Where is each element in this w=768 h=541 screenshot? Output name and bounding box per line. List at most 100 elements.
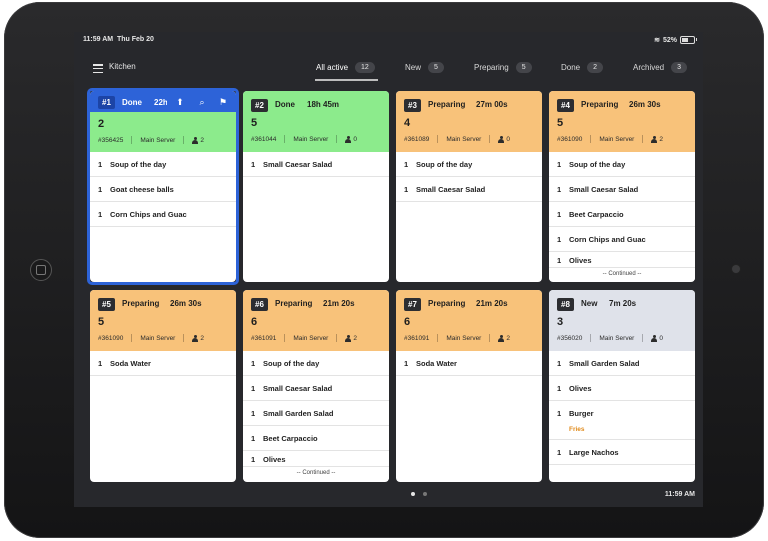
order-meta: #361044 Main Server 0 (251, 135, 357, 143)
item-qty: 1 (557, 209, 562, 219)
list-item[interactable]: 1 Goat cheese balls (90, 177, 236, 202)
continued-indicator[interactable]: -- Continued -- (549, 267, 695, 280)
item-qty: 1 (557, 408, 562, 418)
status-bar: 11:59 AM Thu Feb 20 ≋ 52% (74, 32, 703, 48)
order-card-3[interactable]: #3 Preparing 27m 00s 4 #361089 Main Serv… (396, 91, 542, 282)
list-item[interactable]: 1 Small Caesar Salad (549, 177, 695, 202)
order-card-4[interactable]: #4 Preparing 26m 30s 5 #361090 Main Serv… (549, 91, 695, 282)
guest-icon (498, 135, 505, 143)
list-item[interactable]: 1 Corn Chips and Guac (90, 202, 236, 227)
list-item[interactable]: 1 Soup of the day (243, 351, 389, 376)
item-name: Corn Chips and Guac (110, 209, 187, 219)
item-qty: 1 (251, 408, 256, 418)
status-right: ≋ 52% (654, 36, 697, 44)
item-name: Beet Carpaccio (569, 209, 624, 219)
order-card-1[interactable]: #1 Done 22h ⬆ ⌕ ⚑ 2 #356425 Main Server … (90, 91, 236, 282)
search-icon[interactable]: ⌕ (196, 96, 208, 108)
list-item[interactable]: 1 Small Caesar Salad (243, 152, 389, 177)
order-action-bar: #1 Done 22h ⬆ ⌕ ⚑ (90, 91, 236, 112)
list-item[interactable]: 1 Olives (549, 376, 695, 401)
order-elapsed: 21m 20s (476, 299, 508, 308)
list-item[interactable]: 1 Corn Chips and Guac (549, 227, 695, 252)
item-name: Olives (569, 256, 592, 265)
list-item[interactable]: 1 Soup of the day (549, 152, 695, 177)
list-item[interactable]: 1 Small Garden Salad (549, 351, 695, 376)
list-item[interactable]: 1 Soup of the day (90, 152, 236, 177)
tab-label: New (405, 62, 422, 72)
order-check: #356020 (557, 334, 583, 342)
home-button[interactable] (30, 259, 52, 281)
list-item[interactable]: 1 Beet Carpaccio (243, 426, 389, 451)
list-item[interactable]: 1 Soda Water (396, 351, 542, 376)
order-elapsed: 27m 00s (476, 100, 508, 109)
order-server: Main Server (446, 135, 482, 143)
item-name: Olives (569, 383, 592, 393)
order-guests: 2 (200, 136, 204, 144)
continued-indicator[interactable]: -- Continued -- (243, 466, 389, 479)
order-status: Preparing (275, 299, 313, 308)
list-item[interactable]: 1 Olives (243, 451, 389, 466)
guest-icon (498, 334, 505, 342)
order-table: 5 (98, 316, 105, 328)
order-header: #6 Preparing 21m 20s 6 #361091 Main Serv… (243, 290, 389, 351)
order-card-8[interactable]: #8 New 7m 20s 3 #356020 Main Server 0 1S… (549, 290, 695, 482)
order-items: 1 Small Caesar Salad (243, 152, 389, 177)
tab-archived[interactable]: Archived 3 (633, 59, 688, 75)
item-name: Small Caesar Salad (569, 184, 639, 194)
tab-all-active[interactable]: All active 12 (316, 59, 375, 75)
item-qty: 1 (251, 159, 256, 169)
item-qty: 1 (557, 234, 562, 244)
item-name: Large Nachos (569, 447, 619, 457)
order-card-7[interactable]: #7 Preparing 21m 20s 6 #361091 Main Serv… (396, 290, 542, 482)
order-status: Preparing (581, 100, 619, 109)
item-name: Soup of the day (416, 159, 473, 169)
list-item[interactable]: 1 Beet Carpaccio (549, 202, 695, 227)
order-check: #356425 (98, 136, 124, 144)
order-guests: 2 (506, 334, 510, 342)
ipad-frame: 11:59 AM Thu Feb 20 ≋ 52% Kitchen All ac… (4, 2, 764, 538)
tab-count-badge: 3 (671, 61, 688, 73)
flag-icon[interactable]: ⚑ (217, 96, 229, 108)
order-number: #3 (404, 99, 421, 112)
order-server: Main Server (140, 334, 176, 342)
order-status: Done (275, 100, 295, 109)
order-guests: 2 (200, 334, 204, 342)
tab-preparing[interactable]: Preparing 5 (474, 59, 532, 75)
item-qty: 1 (98, 159, 103, 169)
list-item[interactable]: 1 Soup of the day (396, 152, 542, 177)
tab-label: All active (316, 62, 349, 72)
order-card-5[interactable]: #5 Preparing 26m 30s 5 #361090 Main Serv… (90, 290, 236, 482)
list-item[interactable]: 1 Large Nachos (549, 440, 695, 465)
list-item[interactable]: 1 Soda Water (90, 351, 236, 376)
menu-icon[interactable] (93, 64, 103, 73)
order-header: 2 #356425 Main Server 2 (90, 112, 236, 152)
item-qty: 1 (557, 447, 562, 457)
status-clock: 11:59 AM (83, 36, 114, 43)
list-item[interactable]: 1 Olives (549, 252, 695, 267)
list-item[interactable]: 1 Small Caesar Salad (243, 376, 389, 401)
battery-icon (680, 36, 697, 44)
order-items: 1 Soda Water (396, 351, 542, 376)
item-name: Soup of the day (110, 159, 167, 169)
list-item[interactable]: 1 Small Garden Salad (243, 401, 389, 426)
order-header: #7 Preparing 21m 20s 6 #361091 Main Serv… (396, 290, 542, 351)
item-qty: 1 (251, 455, 256, 464)
list-item[interactable]: 1 Burger (549, 401, 695, 425)
tab-done[interactable]: Done 2 (561, 59, 604, 75)
list-item[interactable]: 1 Small Caesar Salad (396, 177, 542, 202)
page-dot[interactable] (423, 492, 427, 496)
guest-icon (651, 334, 658, 342)
recall-icon[interactable]: ⬆ (174, 96, 186, 108)
tab-new[interactable]: New 5 (405, 59, 444, 75)
item-name: Olives (263, 455, 286, 464)
order-card-2[interactable]: #2 Done 18h 45m 5 #361044 Main Server 0 … (243, 91, 389, 282)
order-check: #361044 (251, 135, 277, 143)
guest-icon (345, 334, 352, 342)
order-card-6[interactable]: #6 Preparing 21m 20s 6 #361091 Main Serv… (243, 290, 389, 482)
order-header: #3 Preparing 27m 00s 4 #361089 Main Serv… (396, 91, 542, 152)
page-indicator[interactable] (411, 492, 427, 496)
tab-label: Archived (633, 62, 665, 72)
order-server: Main Server (599, 135, 635, 143)
item-qty: 1 (404, 358, 409, 368)
page-dot-active[interactable] (411, 492, 415, 496)
